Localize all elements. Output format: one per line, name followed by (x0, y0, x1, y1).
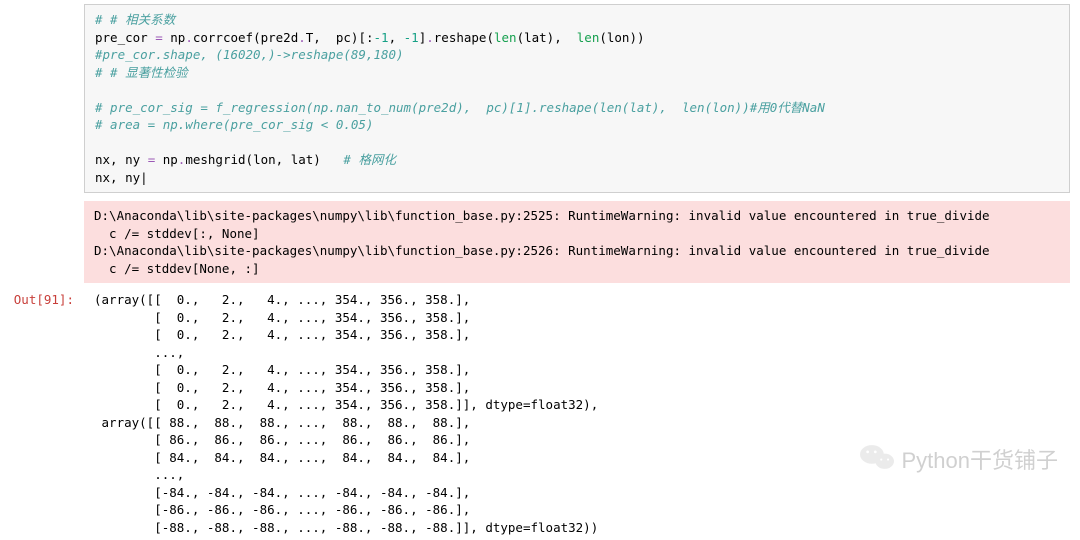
stderr-line-4: c /= stddev[None, :] (94, 261, 260, 276)
output-line: array([[ 88., 88., 88., ..., 88., 88., 8… (94, 415, 470, 430)
code-line-7: # area = np.where(pre_cor_sig < 0.05) (95, 117, 373, 132)
code-line-2: pre_cor = np.corrcoef(pre2d.T, pc)[:-1, … (95, 30, 645, 45)
output-line: [ 0., 2., 4., ..., 354., 356., 358.], (94, 327, 470, 342)
output-line: [ 0., 2., 4., ..., 354., 356., 358.]], d… (94, 397, 598, 412)
stderr-row: D:\Anaconda\lib\site-packages\numpy\lib\… (0, 197, 1080, 287)
output-line: [ 84., 84., 84., ..., 84., 84., 84.], (94, 450, 470, 465)
stderr-line-2: c /= stddev[:, None] (94, 226, 260, 241)
stderr-cell: D:\Anaconda\lib\site-packages\numpy\lib\… (84, 201, 1070, 283)
code-line-4: # # 显著性检验 (95, 65, 188, 80)
output-row: Out[91]: (array([[ 0., 2., 4., ..., 354.… (0, 287, 1080, 540)
code-line-9: nx, ny = np.meshgrid(lon, lat) # 格网化 (95, 152, 396, 167)
output-line: (array([[ 0., 2., 4., ..., 354., 356., 3… (94, 292, 470, 307)
output-line: [ 0., 2., 4., ..., 354., 356., 358.], (94, 380, 470, 395)
code-line-1: # # 相关系数 (95, 12, 175, 27)
stderr-line-3: D:\Anaconda\lib\site-packages\numpy\lib\… (94, 243, 990, 258)
code-line-10: nx, ny| (95, 170, 148, 185)
code-cell[interactable]: # # 相关系数 pre_cor = np.corrcoef(pre2d.T, … (84, 4, 1070, 193)
output-line: [-88., -88., -88., ..., -88., -88., -88.… (94, 520, 598, 535)
output-line: [-84., -84., -84., ..., -84., -84., -84.… (94, 485, 470, 500)
stderr-gutter (0, 197, 84, 205)
output-line: ..., (94, 345, 184, 360)
output-line: [ 0., 2., 4., ..., 354., 356., 358.], (94, 362, 470, 377)
output-line: [ 0., 2., 4., ..., 354., 356., 358.], (94, 310, 470, 325)
output-line: [ 86., 86., 86., ..., 86., 86., 86.], (94, 432, 470, 447)
stderr-line-1: D:\Anaconda\lib\site-packages\numpy\lib\… (94, 208, 990, 223)
out-prompt-label: Out[91]: (0, 287, 84, 313)
output-cell: (array([[ 0., 2., 4., ..., 354., 356., 3… (84, 287, 1080, 540)
output-line: ..., (94, 467, 184, 482)
input-row: # # 相关系数 pre_cor = np.corrcoef(pre2d.T, … (0, 0, 1080, 197)
code-line-3: #pre_cor.shape, (16020,)->reshape(89,180… (95, 47, 404, 62)
code-line-6: # pre_cor_sig = f_regression(np.nan_to_n… (95, 100, 825, 115)
output-line: [-86., -86., -86., ..., -86., -86., -86.… (94, 502, 470, 517)
input-gutter (0, 0, 84, 8)
